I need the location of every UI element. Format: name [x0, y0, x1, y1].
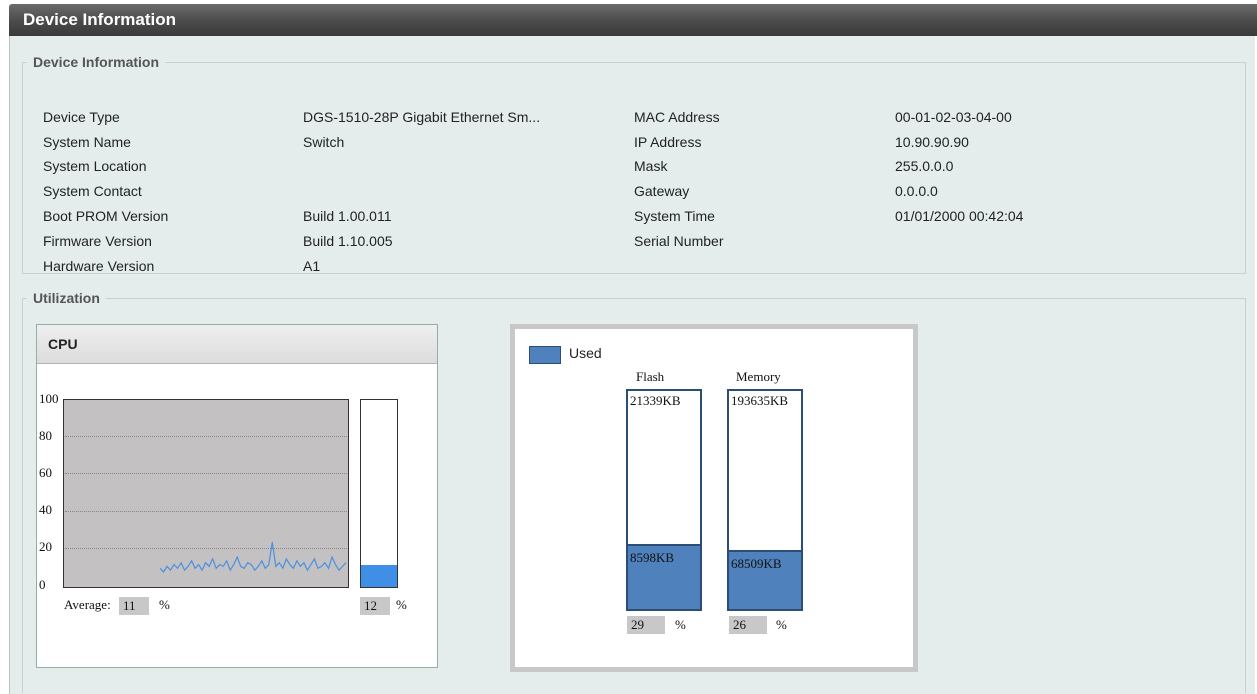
memory-percent-unit: %	[776, 617, 787, 632]
cpu-y-tick: 40	[39, 502, 52, 517]
device-type-label: Device Type	[43, 109, 120, 125]
cpu-title: CPU	[48, 336, 78, 352]
mac-address-label: MAC Address	[634, 109, 720, 125]
system-time-label: System Time	[634, 208, 715, 224]
cpu-average-unit: %	[159, 597, 170, 612]
page-title: Device Information	[23, 10, 177, 29]
flash-column: 21339KB 8598KB	[626, 389, 702, 611]
cpu-gridline	[65, 473, 347, 474]
memory-used-value: 68509KB	[731, 556, 782, 572]
boot-prom-version-label: Boot PROM Version	[43, 208, 169, 224]
cpu-history-plot	[63, 399, 349, 588]
cpu-average-value: 11	[119, 597, 149, 615]
utilization-legend: Utilization	[33, 290, 100, 306]
serial-number-label: Serial Number	[634, 233, 724, 249]
cpu-header: CPU	[37, 325, 437, 364]
flash-total: 21339KB	[630, 393, 681, 408]
system-time-value: 01/01/2000 00:42:04	[895, 208, 1024, 224]
gateway-label: Gateway	[634, 183, 690, 199]
hardware-version-value: A1	[303, 258, 321, 274]
device-information-legend: Device Information	[33, 54, 160, 70]
ip-address-value: 10.90.90.90	[895, 134, 969, 150]
cpu-average-label: Average:	[64, 597, 111, 612]
cpu-history-line	[159, 542, 347, 573]
cpu-y-tick: 0	[39, 577, 46, 592]
memory-column-title: Memory	[736, 369, 781, 384]
cpu-gridline	[65, 511, 347, 512]
device-type-value: DGS-1510-28P Gigabit Ethernet Sm...	[303, 109, 541, 125]
cpu-current-unit: %	[396, 597, 407, 612]
ip-address-label: IP Address	[634, 134, 702, 150]
memory-total: 193635KB	[731, 393, 789, 408]
mac-address-value: 00-01-02-03-04-00	[895, 109, 1012, 125]
flash-column-title: Flash	[636, 369, 665, 384]
title-bar: Device Information	[9, 4, 1257, 36]
boot-prom-version-value: Build 1.00.011	[303, 208, 392, 224]
system-contact-label: System Contact	[43, 183, 142, 199]
memory-used-fill: 68509KB	[729, 550, 801, 609]
content-panel: Device Information Device Type DGS-1510-…	[9, 36, 1255, 694]
device-information-section: Device Information Device Type DGS-1510-…	[22, 54, 1246, 274]
gateway-value: 0.0.0.0	[895, 183, 938, 199]
storage-widget: Used Flash 21339KB 8598KB 29 % Memory 19…	[510, 324, 918, 672]
flash-used-value: 8598KB	[630, 549, 675, 565]
memory-percent: 26	[729, 616, 767, 634]
used-legend-label: Used	[569, 345, 602, 361]
flash-percent: 29	[627, 616, 665, 634]
flash-used-fill: 8598KB	[628, 543, 700, 609]
cpu-y-tick: 60	[39, 465, 52, 480]
cpu-gridline	[65, 548, 347, 549]
used-legend-swatch	[529, 346, 561, 364]
cpu-y-tick: 20	[39, 539, 52, 554]
system-name-label: System Name	[43, 134, 131, 150]
cpu-y-tick: 80	[39, 428, 52, 443]
mask-label: Mask	[634, 158, 668, 174]
system-location-label: System Location	[43, 158, 147, 174]
flash-percent-unit: %	[675, 617, 686, 632]
cpu-current-value: 12	[360, 597, 390, 615]
cpu-current-bar	[360, 399, 398, 588]
hardware-version-label: Hardware Version	[43, 258, 155, 274]
firmware-version-label: Firmware Version	[43, 233, 152, 249]
firmware-version-value: Build 1.10.005	[303, 233, 393, 249]
cpu-current-bar-fill	[361, 564, 397, 587]
memory-column: 193635KB 68509KB	[727, 389, 803, 611]
mask-value: 255.0.0.0	[895, 158, 954, 174]
cpu-y-tick: 100	[39, 391, 59, 406]
cpu-gridline	[65, 436, 347, 437]
system-name-value: Switch	[303, 134, 345, 150]
cpu-widget: CPU 100 80 60 40 20 0 Average: 11 % 12 %	[36, 324, 438, 668]
cpu-history-chart	[159, 542, 347, 573]
